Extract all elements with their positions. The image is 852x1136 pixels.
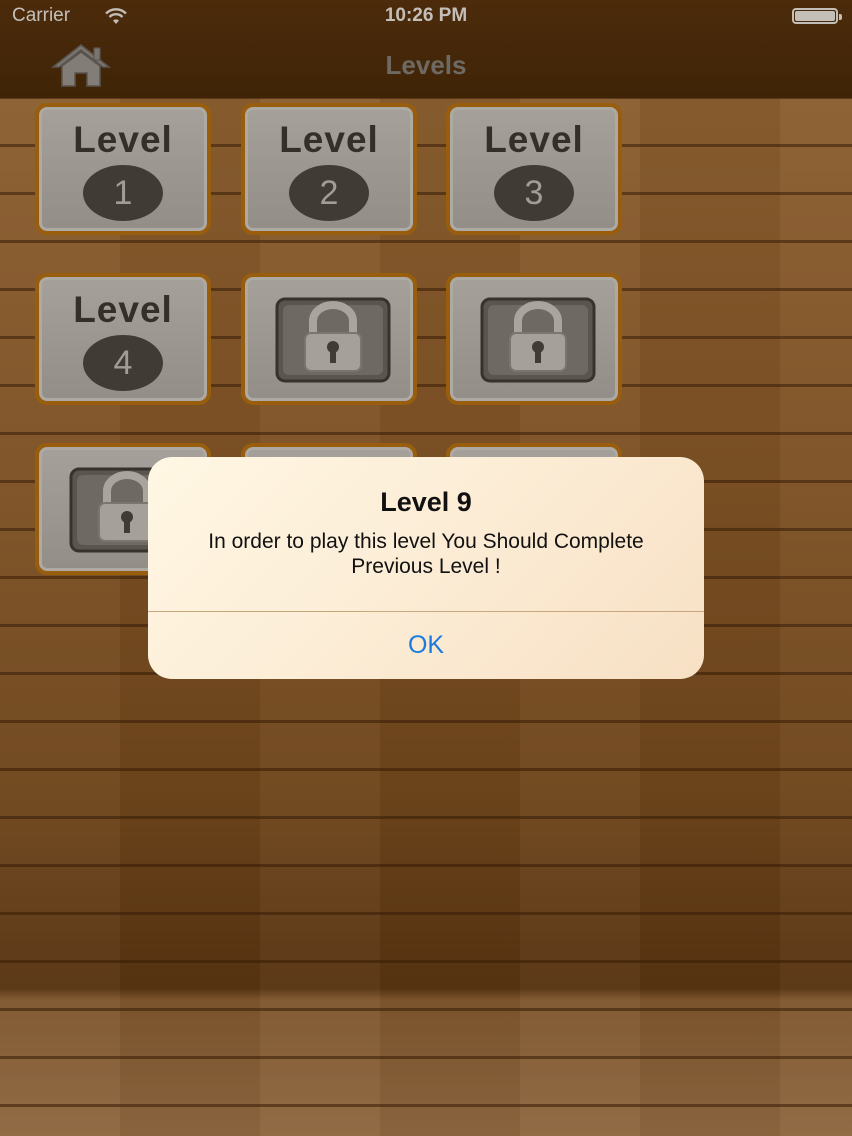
alert-message: In order to play this level You Should C… [208, 530, 644, 578]
ok-button[interactable]: OK [148, 612, 704, 679]
alert-title: Level 9 [380, 487, 472, 517]
alert-dialog: Level 9 In order to play this level You … [148, 457, 704, 679]
